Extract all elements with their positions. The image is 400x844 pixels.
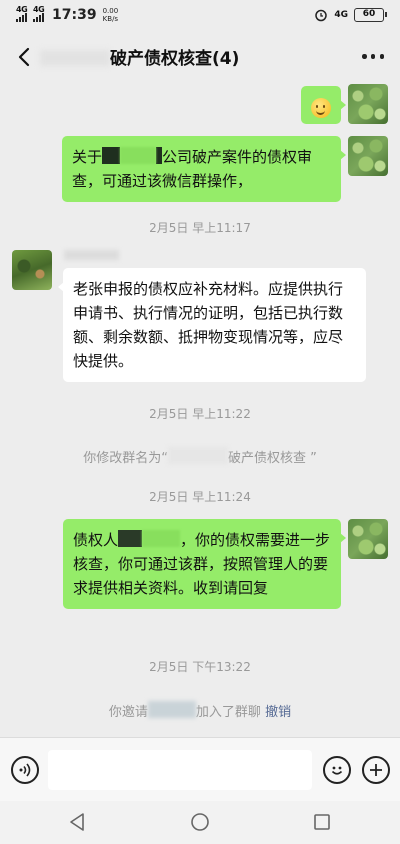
system-text: 你邀请 xyxy=(108,705,148,720)
redacted-text xyxy=(142,530,181,547)
battery-level: 60 xyxy=(362,9,376,19)
system-message: 你修改群名为“ 破产债权核查 ” xyxy=(0,447,400,466)
timestamp: 2月5日 下午13:22 xyxy=(149,660,251,674)
input-bar xyxy=(0,737,400,801)
redacted-title-prefix xyxy=(40,50,110,66)
message-text: 债权人 xyxy=(73,531,119,549)
alarm-icon xyxy=(315,9,328,22)
message-bubble[interactable]: 债权人 ，你的债权需要进一步核查，你可通过该群，按照管理人的要求提供相关资料。收到… xyxy=(63,519,346,609)
network-label-right: 4G xyxy=(334,10,348,20)
message-emoji[interactable] xyxy=(301,86,346,124)
signal-icon: 4G xyxy=(33,5,45,22)
timestamp: 2月5日 早上11:24 xyxy=(149,490,251,504)
message-input[interactable] xyxy=(48,750,312,790)
network-label: 4G xyxy=(16,5,28,14)
back-arrow-icon[interactable] xyxy=(12,44,38,70)
system-nav-bar xyxy=(0,801,400,844)
my-avatar[interactable] xyxy=(348,84,388,124)
redacted-text xyxy=(120,147,157,164)
redacted-text xyxy=(167,447,228,464)
system-text: 破产债权核查 ” xyxy=(227,451,317,466)
more-icon[interactable] xyxy=(362,54,384,60)
nav-home-icon[interactable] xyxy=(189,811,211,833)
message-bubble[interactable]: 关于 公司破产案件的债权审查，可通过该微信群操作， xyxy=(62,136,346,202)
network-speed: 0.00 KB/s xyxy=(103,7,119,23)
redacted-text xyxy=(118,530,143,547)
message-list[interactable]: 关于 公司破产案件的债权审查，可通过该微信群操作， 2月5日 早上11:17 老张… xyxy=(0,82,400,737)
status-bar: 4G 4G 17:39 0.00 KB/s 4G 60 xyxy=(0,0,400,32)
my-avatar[interactable] xyxy=(348,519,388,559)
message-text: 关于 xyxy=(72,148,103,166)
timestamp: 2月5日 早上11:17 xyxy=(149,221,251,235)
system-text: 你修改群名为“ xyxy=(83,451,168,466)
message-bubble[interactable]: 老张申报的债权应补充材料。应提供执行申请书、执行情况的证明，包括已执行数额、剩余… xyxy=(58,268,366,382)
system-message: 你邀请 加入了群聊 撤销 xyxy=(0,701,400,720)
clock: 17:39 xyxy=(52,7,97,23)
title-bar: 破产债权核查(4) xyxy=(0,32,400,82)
signal-icon: 4G xyxy=(16,5,28,22)
plus-icon[interactable] xyxy=(362,756,390,784)
network-label: 4G xyxy=(33,5,45,14)
redacted-text xyxy=(102,147,121,164)
sender-avatar[interactable] xyxy=(12,250,52,290)
revoke-link[interactable]: 撤销 xyxy=(265,705,291,720)
system-text: 加入了群聊 xyxy=(195,705,261,720)
emoji-icon[interactable] xyxy=(323,756,351,784)
smile-emoji-icon xyxy=(311,97,331,118)
speed-unit: KB/s xyxy=(102,15,119,23)
redacted-text xyxy=(147,701,196,718)
nav-recent-icon[interactable] xyxy=(311,811,333,833)
timestamp: 2月5日 早上11:22 xyxy=(149,407,251,421)
speed-value: 0.00 xyxy=(102,7,119,15)
nav-back-icon[interactable] xyxy=(66,811,88,833)
battery-icon: 60 xyxy=(354,8,387,22)
message-text: 老张申报的债权应补充材料。应提供执行申请书、执行情况的证明，包括已执行数额、剩余… xyxy=(73,280,344,370)
voice-icon[interactable] xyxy=(11,756,39,784)
redacted-sender-name xyxy=(64,250,119,260)
chat-title: 破产债权核查(4) xyxy=(110,49,240,69)
my-avatar[interactable] xyxy=(348,136,388,176)
